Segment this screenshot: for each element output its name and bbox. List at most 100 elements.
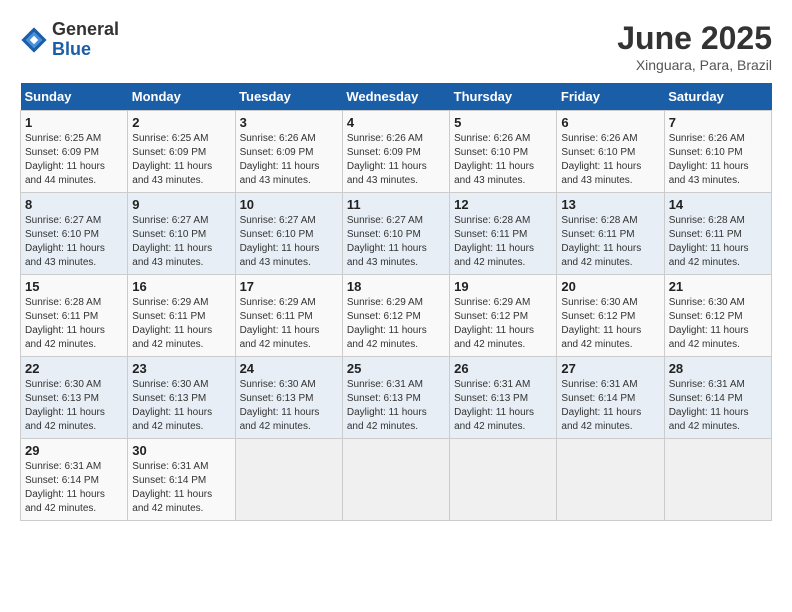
calendar-cell: 13 Sunrise: 6:28 AMSunset: 6:11 PMDayligh… — [557, 193, 664, 275]
day-info: Sunrise: 6:28 AMSunset: 6:11 PMDaylight:… — [454, 214, 552, 270]
day-number: 3 — [240, 115, 338, 130]
calendar-cell: 28 Sunrise: 6:31 AMSunset: 6:14 PMDayligh… — [664, 357, 771, 439]
day-info: Sunrise: 6:30 AMSunset: 6:13 PMDaylight:… — [132, 378, 230, 434]
calendar-cell: 27 Sunrise: 6:31 AMSunset: 6:14 PMDayligh… — [557, 357, 664, 439]
calendar-cell: 22 Sunrise: 6:30 AMSunset: 6:13 PMDayligh… — [21, 357, 128, 439]
day-info: Sunrise: 6:25 AMSunset: 6:09 PMDaylight:… — [25, 132, 123, 188]
day-number: 22 — [25, 361, 123, 376]
day-number: 27 — [561, 361, 659, 376]
day-number: 7 — [669, 115, 767, 130]
calendar-cell: 4 Sunrise: 6:26 AMSunset: 6:09 PMDaylight… — [342, 111, 449, 193]
calendar-cell: 30 Sunrise: 6:31 AMSunset: 6:14 PMDayligh… — [128, 439, 235, 521]
header-friday: Friday — [557, 83, 664, 111]
day-info: Sunrise: 6:26 AMSunset: 6:10 PMDaylight:… — [669, 132, 767, 188]
calendar-cell: 7 Sunrise: 6:26 AMSunset: 6:10 PMDaylight… — [664, 111, 771, 193]
calendar-cell: 17Sunrise: 6:29 AMSunset: 6:11 PMDayligh… — [235, 275, 342, 357]
logo-blue: Blue — [52, 40, 119, 60]
calendar-cell: 24Sunrise: 6:30 AMSunset: 6:13 PMDayligh… — [235, 357, 342, 439]
day-number: 10 — [240, 197, 338, 212]
calendar: SundayMondayTuesdayWednesdayThursdayFrid… — [20, 83, 772, 521]
logo: General Blue — [20, 20, 119, 60]
day-info: Sunrise: 6:27 AMSunset: 6:10 PMDaylight:… — [240, 214, 338, 270]
day-number: 19 — [454, 279, 552, 294]
month-title: June 2025 — [617, 20, 772, 57]
day-info: Sunrise: 6:26 AMSunset: 6:09 PMDaylight:… — [347, 132, 445, 188]
calendar-header: SundayMondayTuesdayWednesdayThursdayFrid… — [21, 83, 772, 111]
calendar-cell: 25Sunrise: 6:31 AMSunset: 6:13 PMDayligh… — [342, 357, 449, 439]
day-info: Sunrise: 6:26 AMSunset: 6:10 PMDaylight:… — [561, 132, 659, 188]
day-info: Sunrise: 6:27 AMSunset: 6:10 PMDaylight:… — [132, 214, 230, 270]
calendar-cell: 9 Sunrise: 6:27 AMSunset: 6:10 PMDaylight… — [128, 193, 235, 275]
day-number: 21 — [669, 279, 767, 294]
day-info: Sunrise: 6:27 AMSunset: 6:10 PMDaylight:… — [347, 214, 445, 270]
day-number: 17 — [240, 279, 338, 294]
calendar-cell: 2Sunrise: 6:25 AMSunset: 6:09 PMDaylight… — [128, 111, 235, 193]
day-info: Sunrise: 6:28 AMSunset: 6:11 PMDaylight:… — [25, 296, 123, 352]
day-info: Sunrise: 6:30 AMSunset: 6:12 PMDaylight:… — [561, 296, 659, 352]
day-info: Sunrise: 6:31 AMSunset: 6:14 PMDaylight:… — [561, 378, 659, 434]
calendar-cell — [664, 439, 771, 521]
calendar-cell — [235, 439, 342, 521]
header-saturday: Saturday — [664, 83, 771, 111]
day-number: 23 — [132, 361, 230, 376]
day-number: 29 — [25, 443, 123, 458]
calendar-cell: 26 Sunrise: 6:31 AMSunset: 6:13 PMDayligh… — [450, 357, 557, 439]
day-info: Sunrise: 6:31 AMSunset: 6:14 PMDaylight:… — [669, 378, 767, 434]
header: General Blue June 2025 Xinguara, Para, B… — [20, 20, 772, 73]
calendar-cell: 5Sunrise: 6:26 AMSunset: 6:10 PMDaylight… — [450, 111, 557, 193]
day-number: 2 — [132, 115, 230, 130]
logo-text: General Blue — [52, 20, 119, 60]
day-info: Sunrise: 6:28 AMSunset: 6:11 PMDaylight:… — [669, 214, 767, 270]
header-tuesday: Tuesday — [235, 83, 342, 111]
day-number: 20 — [561, 279, 659, 294]
day-number: 30 — [132, 443, 230, 458]
day-info: Sunrise: 6:31 AMSunset: 6:13 PMDaylight:… — [454, 378, 552, 434]
day-number: 24 — [240, 361, 338, 376]
calendar-body: 1 Sunrise: 6:25 AMSunset: 6:09 PMDaylight… — [21, 111, 772, 521]
calendar-cell: 12 Sunrise: 6:28 AMSunset: 6:11 PMDayligh… — [450, 193, 557, 275]
week-row-1: 1 Sunrise: 6:25 AMSunset: 6:09 PMDaylight… — [21, 111, 772, 193]
header-row: SundayMondayTuesdayWednesdayThursdayFrid… — [21, 83, 772, 111]
day-number: 5 — [454, 115, 552, 130]
calendar-cell — [557, 439, 664, 521]
day-info: Sunrise: 6:29 AMSunset: 6:12 PMDaylight:… — [347, 296, 445, 352]
day-info: Sunrise: 6:31 AMSunset: 6:14 PMDaylight:… — [132, 460, 230, 516]
day-number: 6 — [561, 115, 659, 130]
calendar-cell: 18 Sunrise: 6:29 AMSunset: 6:12 PMDayligh… — [342, 275, 449, 357]
day-info: Sunrise: 6:31 AMSunset: 6:14 PMDaylight:… — [25, 460, 123, 516]
header-monday: Monday — [128, 83, 235, 111]
calendar-cell: 15 Sunrise: 6:28 AMSunset: 6:11 PMDayligh… — [21, 275, 128, 357]
day-number: 18 — [347, 279, 445, 294]
calendar-cell: 14 Sunrise: 6:28 AMSunset: 6:11 PMDayligh… — [664, 193, 771, 275]
header-thursday: Thursday — [450, 83, 557, 111]
day-number: 1 — [25, 115, 123, 130]
calendar-cell: 21 Sunrise: 6:30 AMSunset: 6:12 PMDayligh… — [664, 275, 771, 357]
day-number: 15 — [25, 279, 123, 294]
calendar-cell — [342, 439, 449, 521]
day-number: 14 — [669, 197, 767, 212]
day-number: 9 — [132, 197, 230, 212]
day-info: Sunrise: 6:30 AMSunset: 6:12 PMDaylight:… — [669, 296, 767, 352]
day-number: 11 — [347, 197, 445, 212]
week-row-3: 15 Sunrise: 6:28 AMSunset: 6:11 PMDayligh… — [21, 275, 772, 357]
day-number: 26 — [454, 361, 552, 376]
day-number: 4 — [347, 115, 445, 130]
header-wednesday: Wednesday — [342, 83, 449, 111]
calendar-cell: 1 Sunrise: 6:25 AMSunset: 6:09 PMDaylight… — [21, 111, 128, 193]
location: Xinguara, Para, Brazil — [617, 57, 772, 73]
day-number: 13 — [561, 197, 659, 212]
day-number: 28 — [669, 361, 767, 376]
week-row-4: 22 Sunrise: 6:30 AMSunset: 6:13 PMDayligh… — [21, 357, 772, 439]
day-info: Sunrise: 6:30 AMSunset: 6:13 PMDaylight:… — [25, 378, 123, 434]
day-info: Sunrise: 6:27 AMSunset: 6:10 PMDaylight:… — [25, 214, 123, 270]
calendar-cell: 29 Sunrise: 6:31 AMSunset: 6:14 PMDayligh… — [21, 439, 128, 521]
calendar-cell: 3Sunrise: 6:26 AMSunset: 6:09 PMDaylight… — [235, 111, 342, 193]
day-info: Sunrise: 6:28 AMSunset: 6:11 PMDaylight:… — [561, 214, 659, 270]
day-number: 12 — [454, 197, 552, 212]
day-info: Sunrise: 6:29 AMSunset: 6:11 PMDaylight:… — [132, 296, 230, 352]
week-row-5: 29 Sunrise: 6:31 AMSunset: 6:14 PMDayligh… — [21, 439, 772, 521]
calendar-cell: 19Sunrise: 6:29 AMSunset: 6:12 PMDayligh… — [450, 275, 557, 357]
calendar-cell — [450, 439, 557, 521]
calendar-cell: 6 Sunrise: 6:26 AMSunset: 6:10 PMDaylight… — [557, 111, 664, 193]
day-number: 16 — [132, 279, 230, 294]
